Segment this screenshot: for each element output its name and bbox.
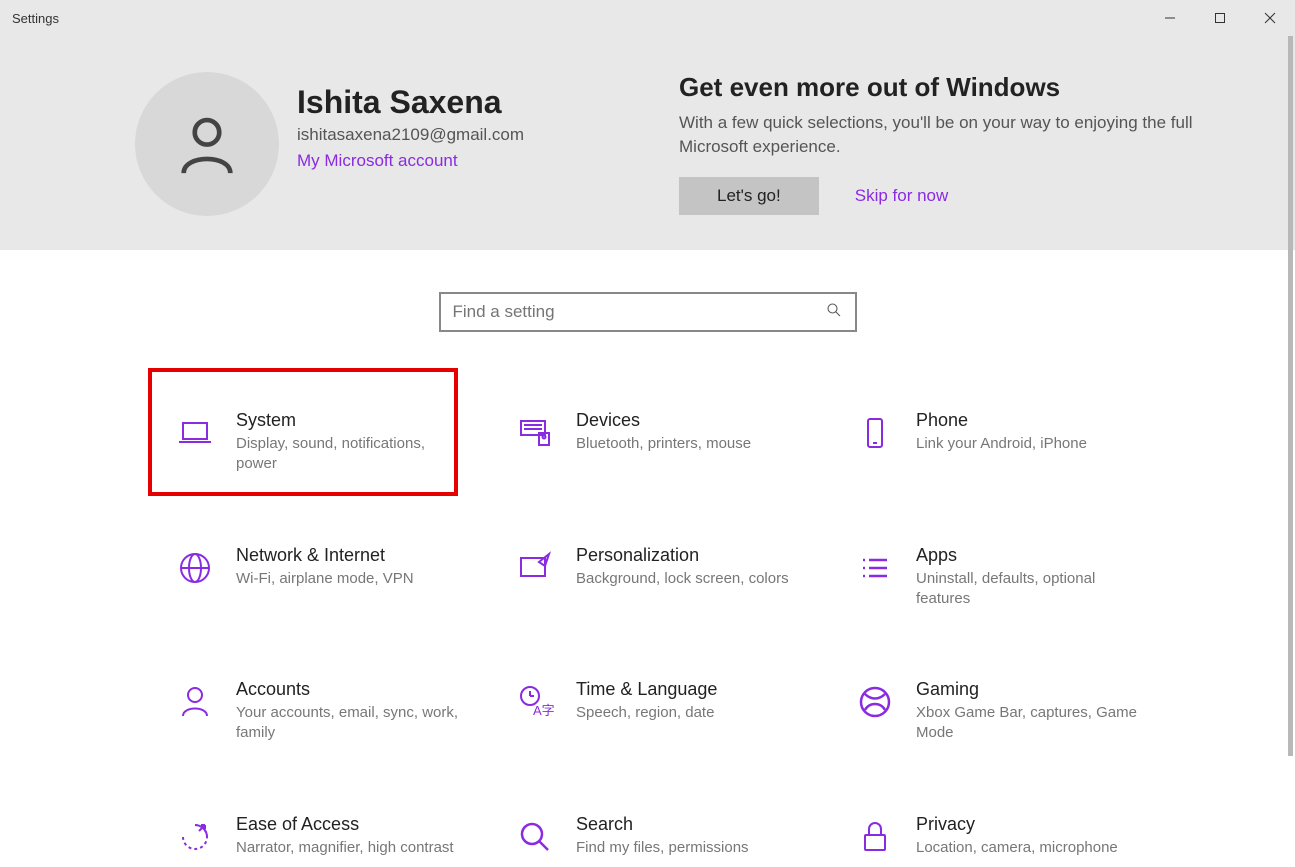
svg-text:A字: A字	[533, 703, 555, 718]
tile-desc: Narrator, magnifier, high contrast	[236, 838, 460, 858]
tile-gaming[interactable]: Gaming Xbox Game Bar, captures, Game Mode	[848, 661, 1158, 762]
header-area: Ishita Saxena ishitasaxena2109@gmail.com…	[0, 36, 1295, 250]
minimize-button[interactable]	[1145, 0, 1195, 36]
tile-title: Apps	[916, 545, 1140, 566]
tile-system[interactable]: System Display, sound, notifications, pow…	[168, 392, 478, 493]
avatar[interactable]	[135, 72, 279, 216]
window-title: Settings	[12, 11, 59, 26]
tile-title: Privacy	[916, 814, 1140, 835]
tile-desc: Link your Android, iPhone	[916, 434, 1140, 454]
ms-account-link[interactable]: My Microsoft account	[297, 151, 524, 171]
search-icon	[825, 301, 843, 324]
tile-title: Phone	[916, 410, 1140, 431]
tile-title: Time & Language	[576, 679, 800, 700]
titlebar: Settings	[0, 0, 1295, 36]
close-icon	[1263, 11, 1277, 25]
scrollbar-thumb[interactable]	[1288, 36, 1293, 756]
tile-devices[interactable]: Devices Bluetooth, printers, mouse	[508, 392, 818, 493]
tile-ease-of-access[interactable]: Ease of Access Narrator, magnifier, high …	[168, 796, 478, 867]
tile-time-language[interactable]: A字 Time & Language Speech, region, date	[508, 661, 818, 762]
tiles-grid: System Display, sound, notifications, pow…	[168, 392, 1295, 867]
magnifier-icon	[512, 814, 558, 860]
tile-title: Network & Internet	[236, 545, 460, 566]
tile-title: Ease of Access	[236, 814, 460, 835]
account-section: Ishita Saxena ishitasaxena2109@gmail.com…	[135, 72, 635, 216]
tile-network[interactable]: Network & Internet Wi-Fi, airplane mode, …	[168, 527, 478, 628]
close-button[interactable]	[1245, 0, 1295, 36]
list-icon	[852, 545, 898, 591]
promo-actions: Let's go! Skip for now	[679, 177, 1229, 215]
search-wrap	[0, 292, 1295, 332]
tile-title: Personalization	[576, 545, 800, 566]
lets-go-button[interactable]: Let's go!	[679, 177, 819, 215]
tile-title: Accounts	[236, 679, 460, 700]
person-icon	[172, 679, 218, 725]
tile-apps[interactable]: Apps Uninstall, defaults, optional featur…	[848, 527, 1158, 628]
tile-desc: Your accounts, email, sync, work, family	[236, 703, 460, 744]
account-text: Ishita Saxena ishitasaxena2109@gmail.com…	[297, 72, 524, 171]
skip-link[interactable]: Skip for now	[855, 186, 949, 206]
search-input[interactable]	[453, 302, 825, 322]
paintbrush-icon	[512, 545, 558, 591]
content-area: System Display, sound, notifications, pow…	[0, 250, 1295, 867]
promo-title: Get even more out of Windows	[679, 72, 1229, 103]
display-name: Ishita Saxena	[297, 84, 524, 121]
tile-accounts[interactable]: Accounts Your accounts, email, sync, work…	[168, 661, 478, 762]
minimize-icon	[1164, 12, 1176, 24]
tile-privacy[interactable]: Privacy Location, camera, microphone	[848, 796, 1158, 867]
promo-description: With a few quick selections, you'll be o…	[679, 111, 1229, 159]
accessibility-icon	[172, 814, 218, 860]
lock-icon	[852, 814, 898, 860]
tile-personalization[interactable]: Personalization Background, lock screen, …	[508, 527, 818, 628]
maximize-button[interactable]	[1195, 0, 1245, 36]
tile-title: Search	[576, 814, 800, 835]
tile-desc: Find my files, permissions	[576, 838, 800, 858]
tile-desc: Speech, region, date	[576, 703, 800, 723]
tile-desc: Xbox Game Bar, captures, Game Mode	[916, 703, 1140, 744]
window-controls	[1145, 0, 1295, 36]
xbox-icon	[852, 679, 898, 725]
tile-desc: Background, lock screen, colors	[576, 569, 800, 589]
phone-icon	[852, 410, 898, 456]
tile-desc: Location, camera, microphone	[916, 838, 1140, 858]
clock-language-icon: A字	[512, 679, 558, 725]
scrollbar[interactable]	[1283, 36, 1295, 867]
keyboard-icon	[512, 410, 558, 456]
account-email: ishitasaxena2109@gmail.com	[297, 125, 524, 145]
tile-desc: Uninstall, defaults, optional features	[916, 569, 1140, 610]
tile-title: Devices	[576, 410, 800, 431]
tile-desc: Bluetooth, printers, mouse	[576, 434, 800, 454]
tile-search[interactable]: Search Find my files, permissions	[508, 796, 818, 867]
user-icon	[172, 109, 242, 179]
tile-title: Gaming	[916, 679, 1140, 700]
tile-title: System	[236, 410, 460, 431]
search-box[interactable]	[439, 292, 857, 332]
globe-icon	[172, 545, 218, 591]
promo-section: Get even more out of Windows With a few …	[679, 72, 1229, 216]
tile-desc: Display, sound, notifications, power	[236, 434, 460, 475]
tile-phone[interactable]: Phone Link your Android, iPhone	[848, 392, 1158, 493]
laptop-icon	[172, 410, 218, 456]
maximize-icon	[1214, 12, 1226, 24]
tile-desc: Wi-Fi, airplane mode, VPN	[236, 569, 460, 589]
